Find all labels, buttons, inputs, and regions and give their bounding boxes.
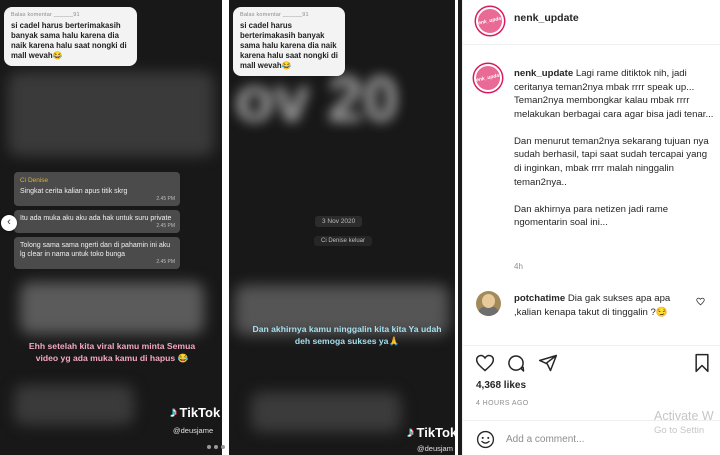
chat-message: Itu ada muka aku aku ada hak untuk suru …: [14, 210, 180, 233]
caption-text: nenk_update Lagi rame ditiktok nih, jadi…: [514, 67, 714, 243]
tiktok-brand: TikTok: [179, 405, 221, 420]
chat-date-chip: 3 Nov 2020: [315, 216, 363, 227]
add-comment-input[interactable]: [506, 430, 666, 448]
reply-label: Balas komentar ______91: [11, 12, 80, 18]
video-caption: Dan akhirnya kamu ninggalin kita kita Ya…: [252, 324, 442, 346]
reply-bubble: Balas komentar ______91 si cadel harus b…: [4, 7, 137, 66]
carousel-slide-right: ov 20 Balas komentar ______91 si cadel h…: [229, 0, 455, 455]
carousel-dot: [207, 445, 211, 449]
caption-paragraph: Dan akhirnya para netizen jadi rame ngom…: [514, 203, 669, 229]
post-caption: nenk_update nenk_update Lagi rame ditikt…: [463, 46, 720, 274]
post-header: nenk_update nenk_update: [463, 0, 720, 45]
tiktok-logo-icon: ♪: [170, 404, 178, 421]
chat-sender: Ci Denise: [20, 177, 49, 184]
reply-text: si cadel harus berterimakasih banyak sam…: [240, 21, 338, 70]
avatar-face: [482, 294, 495, 308]
chevron-left-icon[interactable]: ‹: [1, 215, 17, 231]
comment-text: potchatime Dia gak sukses apa apa ,kalia…: [514, 292, 694, 319]
caption-timestamp: 4h: [514, 262, 523, 271]
chat-message: Ci Denise Singkat cerita kalian apus tit…: [14, 172, 180, 206]
chat-message: Tolong sama sama ngerti dan di pahamin i…: [14, 237, 180, 269]
reply-bubble: Balas komentar ______91 si cadel harus b…: [233, 7, 345, 76]
carousel-dot: [221, 445, 225, 449]
post-media-carousel: Balas komentar ______91 si cadel harus b…: [0, 0, 462, 455]
chat-time: 2.45 PM: [156, 223, 175, 229]
blurred-region: [251, 392, 401, 432]
comment-item: potchatime Dia gak sukses apa apa ,kalia…: [463, 288, 720, 338]
caption-paragraph: Dan menurut teman2nya sekarang tujuan ny…: [514, 135, 709, 188]
post-side-panel: nenk_update nenk_update nenk_update nenk…: [462, 0, 720, 455]
avatar-logo-text: nenk_update: [476, 14, 504, 28]
avatar[interactable]: nenk_update: [474, 64, 502, 92]
comment-icon[interactable]: [506, 353, 526, 373]
comment-username[interactable]: potchatime: [514, 293, 565, 304]
blurred-region: [14, 385, 134, 425]
post-timestamp[interactable]: 4 HOURS AGO: [476, 400, 529, 407]
avatar-logo-text: nenk_update: [474, 71, 502, 85]
chat-time: 2.45 PM: [156, 259, 175, 265]
post-username[interactable]: nenk_update: [514, 12, 579, 24]
carousel-slide-left: Balas komentar ______91 si cadel harus b…: [0, 0, 222, 455]
avatar[interactable]: nenk_update: [476, 7, 504, 35]
commenter-avatar[interactable]: [476, 291, 501, 316]
action-bar: [463, 345, 720, 375]
video-caption: Ehh setelah kita viral kamu minta Semua …: [28, 341, 196, 363]
chat-text: Itu ada muka aku aku ada hak untuk suru …: [20, 215, 172, 222]
chat-time: 2.45 PM: [156, 196, 175, 202]
share-icon[interactable]: [538, 353, 558, 373]
tiktok-watermark: ♪ TikTok: [170, 404, 220, 421]
tiktok-handle: @deusjame: [173, 426, 214, 435]
watermark-line-1: Activate W: [654, 409, 714, 423]
watermark-line-2: Go to Settin: [654, 425, 705, 436]
carousel-dot: [214, 445, 218, 449]
emoji-icon[interactable]: [476, 430, 495, 449]
carousel-dots: [207, 445, 225, 449]
chat-text: Singkat cerita kalian apus titik skrg: [20, 188, 128, 195]
tiktok-logo-icon: ♪: [407, 424, 415, 441]
reply-text: si cadel harus berterimakasih banyak sam…: [11, 21, 127, 60]
chat-system-message: Ci Denise keluar: [314, 236, 373, 246]
chat-log: Ci Denise Singkat cerita kalian apus tit…: [14, 172, 180, 273]
like-count[interactable]: 4,368 likes: [476, 380, 526, 391]
os-activation-watermark: Activate W Go to Settin: [654, 409, 714, 436]
blurred-region: [8, 72, 214, 156]
tiktok-brand: TikTok: [416, 425, 456, 440]
heart-icon[interactable]: [475, 353, 495, 373]
caption-username[interactable]: nenk_update: [514, 68, 573, 79]
blurred-region: [20, 282, 204, 334]
like-comment-heart-icon[interactable]: [696, 297, 705, 306]
tiktok-handle: @deusjam: [417, 444, 453, 453]
reply-label: Balas komentar ______91: [240, 12, 309, 18]
chat-text: Tolong sama sama ngerti dan di pahamin i…: [20, 242, 171, 258]
tiktok-watermark: ♪ TikTok: [407, 424, 455, 441]
bookmark-icon[interactable]: [692, 353, 712, 373]
